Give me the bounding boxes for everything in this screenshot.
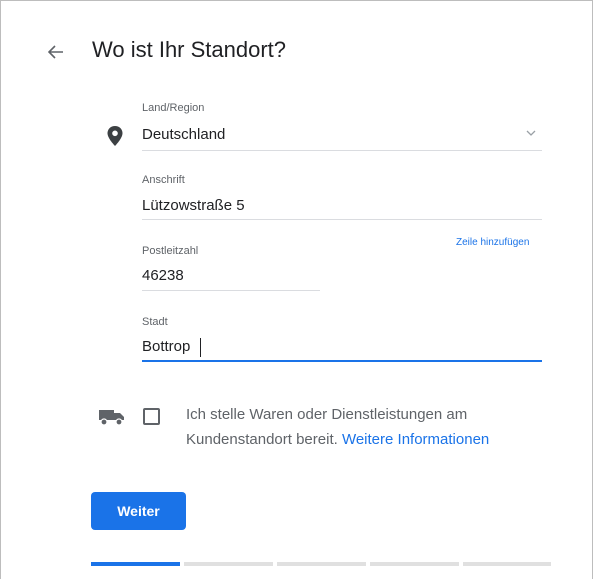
back-arrow-icon <box>48 45 63 59</box>
city-underline <box>142 360 542 362</box>
address-label: Anschrift <box>142 174 185 186</box>
country-underline <box>142 150 542 151</box>
country-label: Land/Region <box>142 102 205 114</box>
progress-step-3 <box>277 562 366 566</box>
progress-step-1 <box>91 562 180 566</box>
progress-bar <box>91 562 551 566</box>
progress-step-2 <box>184 562 273 566</box>
address-input[interactable] <box>142 197 540 214</box>
postal-code-input[interactable] <box>142 267 318 284</box>
postal-code-underline <box>142 290 320 291</box>
service-area-text: Ich stelle Waren oder Dienstleistungen a… <box>186 402 546 452</box>
location-pin-icon <box>107 126 123 146</box>
truck-icon <box>99 410 124 426</box>
country-select[interactable]: Deutschland <box>142 126 225 143</box>
city-input[interactable] <box>142 338 540 355</box>
add-line-link[interactable]: Zeile hinzufügen <box>456 237 529 248</box>
page-title: Wo ist Ihr Standort? <box>92 37 287 62</box>
postal-code-label: Postleitzahl <box>142 245 199 257</box>
address-underline <box>142 219 542 220</box>
more-info-link[interactable]: Weitere Informationen <box>342 431 489 448</box>
text-cursor <box>200 338 201 357</box>
back-button[interactable] <box>44 40 68 64</box>
city-label: Stadt <box>142 316 168 328</box>
chevron-down-icon[interactable] <box>525 128 537 138</box>
service-area-checkbox[interactable] <box>143 408 160 425</box>
progress-step-4 <box>370 562 459 566</box>
progress-step-5 <box>463 562 551 566</box>
next-button[interactable]: Weiter <box>91 492 186 530</box>
